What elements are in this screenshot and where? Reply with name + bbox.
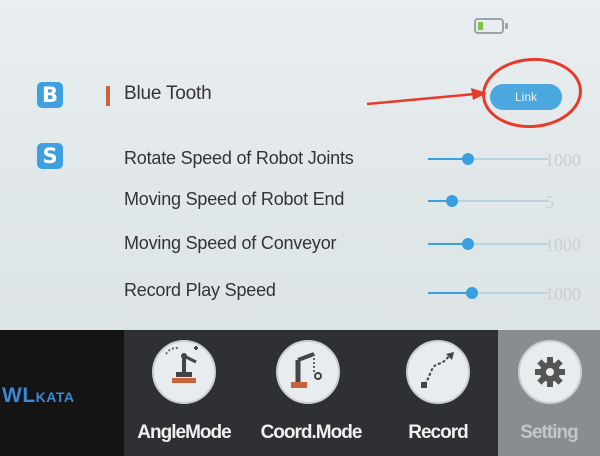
record-button[interactable]: Record	[380, 330, 496, 456]
annotation-arrow	[366, 88, 487, 106]
speed-slider[interactable]	[428, 153, 548, 165]
coord-mode-button[interactable]: Coord.Mode	[246, 330, 376, 456]
battery-icon	[474, 18, 508, 34]
speed-value: 5	[545, 192, 554, 212]
speed-slider[interactable]	[428, 238, 548, 250]
speed-value: 1000	[545, 150, 581, 170]
bluetooth-label: Blue Tooth	[124, 83, 212, 104]
speed-value: 1000	[545, 284, 581, 304]
setting-label: Setting	[520, 422, 578, 443]
bluetooth-accent-bar	[106, 86, 110, 106]
bottom-nav: WLKATA AngleMode Coord.Mode Record Setti…	[0, 330, 600, 456]
speed-section-icon: S	[37, 143, 63, 169]
bluetooth-section-icon: B	[37, 82, 63, 108]
speed-row-label: Record Play Speed	[124, 280, 276, 300]
record-path-icon	[406, 340, 470, 404]
speed-row-label: Moving Speed of Robot End	[124, 189, 345, 209]
logo-area: WLKATA	[0, 330, 124, 456]
speed-slider[interactable]	[428, 195, 548, 207]
coord-mode-label: Coord.Mode	[260, 422, 363, 443]
wlkata-logo: WLKATA	[2, 384, 75, 407]
angle-mode-label: AngleMode	[137, 422, 231, 443]
speed-row-label: Moving Speed of Conveyor	[124, 233, 337, 253]
speed-slider-knob[interactable]	[466, 287, 479, 299]
robot-control-screen: B Blue Tooth Link S Rotate Speed of Robo…	[0, 0, 600, 456]
robot-arm-angle-icon	[152, 340, 216, 404]
speed-slider-knob[interactable]	[461, 238, 474, 250]
robot-arm-coord-icon	[276, 340, 340, 404]
setting-button[interactable]: Setting	[498, 330, 600, 456]
speed-slider-knob[interactable]	[446, 195, 458, 207]
gear-icon	[518, 340, 582, 404]
annotation-circle	[479, 54, 585, 132]
battery-level	[478, 22, 483, 30]
speed-slider[interactable]	[428, 287, 548, 299]
speed-value: 1000	[545, 235, 581, 255]
record-label: Record	[408, 422, 468, 443]
angle-mode-button[interactable]: AngleMode	[126, 330, 242, 456]
speed-slider-knob[interactable]	[461, 153, 474, 165]
speed-row-label: Rotate Speed of Robot Joints	[124, 148, 354, 168]
